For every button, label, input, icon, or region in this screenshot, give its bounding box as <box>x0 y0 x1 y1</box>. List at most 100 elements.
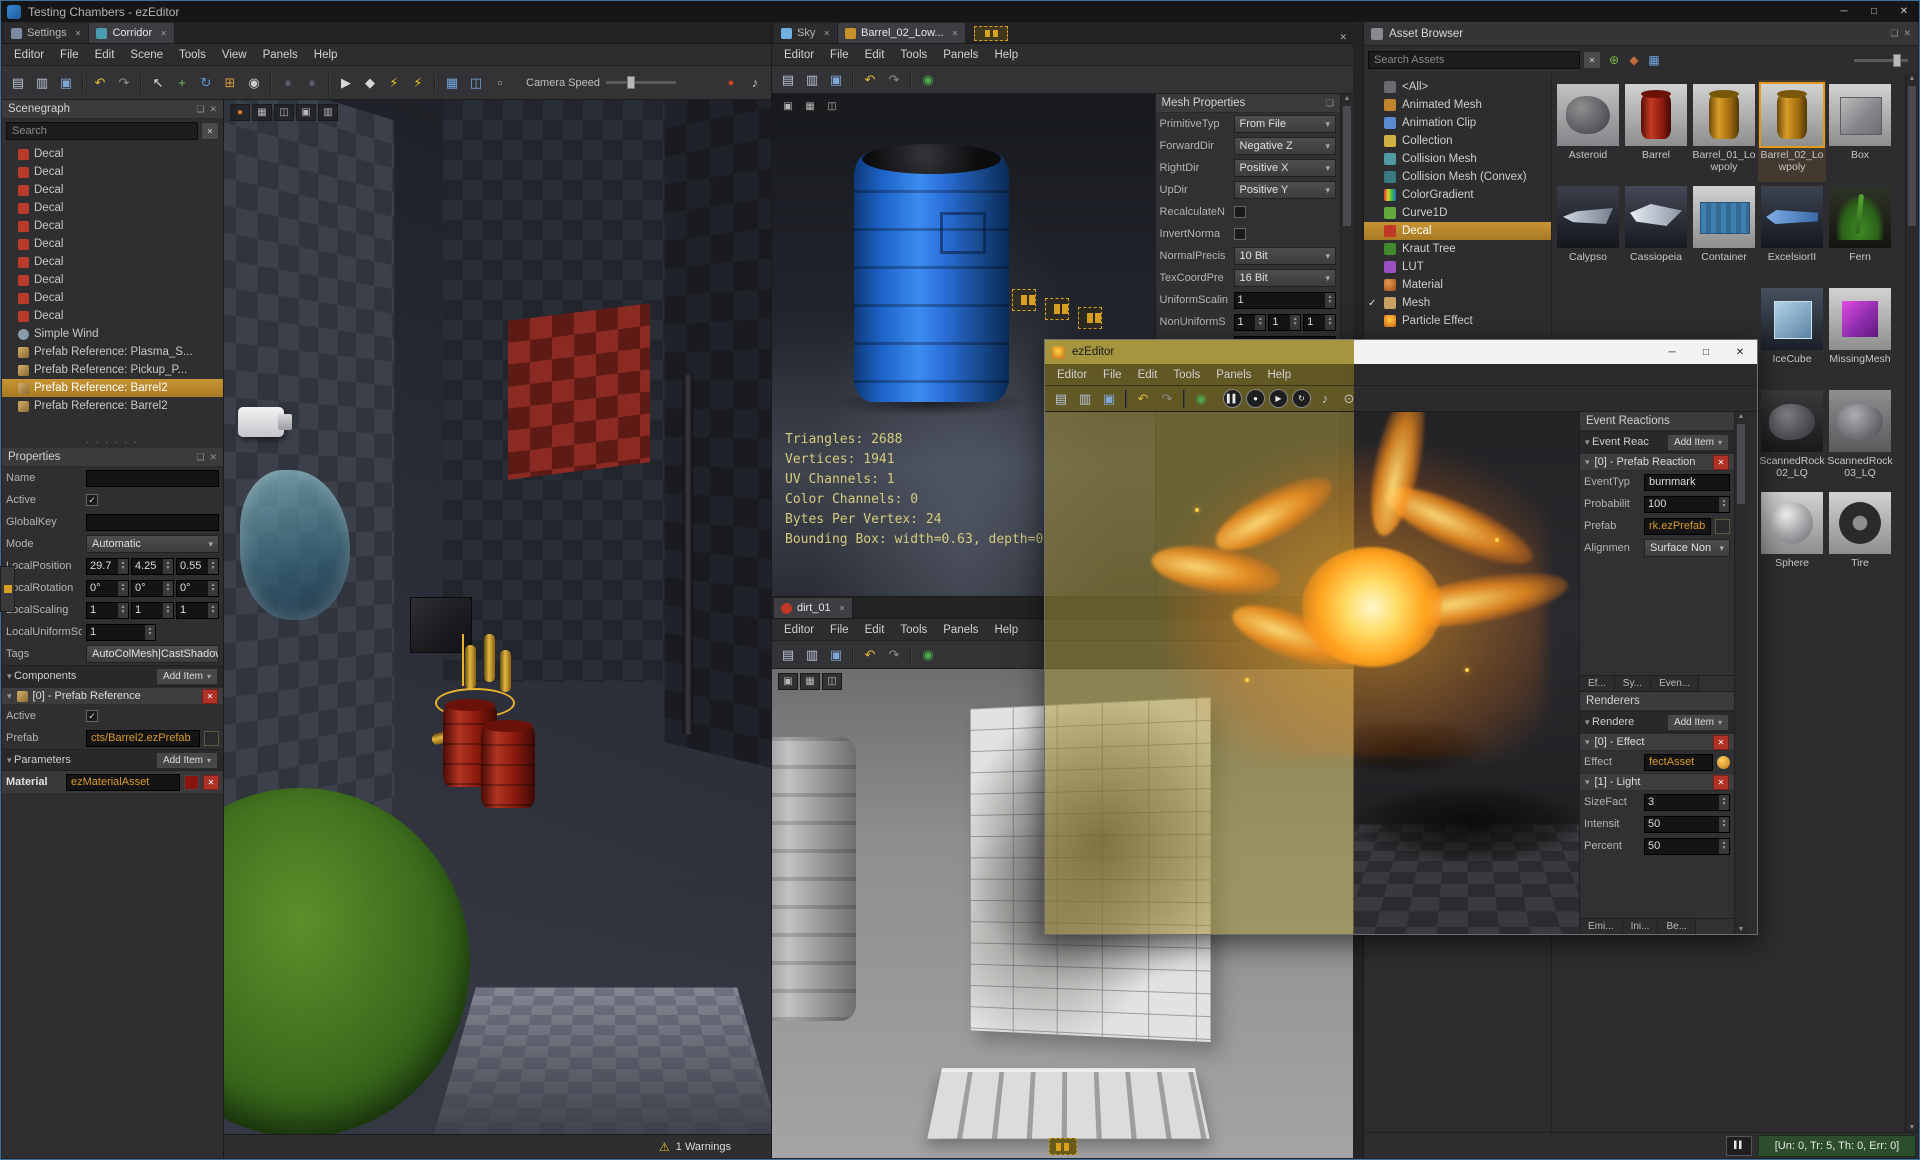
asset-type-item[interactable]: Kraut Tree <box>1364 240 1551 258</box>
prefab-asset-field[interactable]: cts/Barrel2.ezPrefab <box>86 729 200 747</box>
warnings-button[interactable]: 1 Warnings <box>676 1141 731 1153</box>
open-document-button[interactable]: ▥ <box>800 643 824 667</box>
scaling-z-stepper[interactable]: 1 ▲ ▼ <box>176 601 219 619</box>
nonuniform-z-stepper[interactable]: 1 ▲ ▼ <box>1303 313 1336 331</box>
delete-component-button[interactable]: ✕ <box>202 688 218 704</box>
asset-thumbnail-cell[interactable]: Tire <box>1826 488 1894 590</box>
menu-item[interactable]: Edit <box>87 49 123 61</box>
camera-menu-button[interactable]: ▦ <box>252 104 272 121</box>
view-mode-button[interactable]: ▦ <box>1644 50 1664 70</box>
reaction-prefab-field[interactable]: rk.ezPrefab <box>1644 517 1711 535</box>
scale-tool-button[interactable]: ⊞ <box>218 71 242 95</box>
scenegraph-item[interactable]: Simple Wind <box>2 325 223 343</box>
record-button[interactable]: ● <box>1246 389 1265 408</box>
add-renderer-button[interactable]: Add Item <box>1666 713 1729 731</box>
asset-thumbnail-cell[interactable]: ExcelsiorII <box>1758 182 1826 284</box>
alignment-dropdown[interactable]: Surface Non <box>1644 539 1730 557</box>
drag-handle-box[interactable] <box>1078 307 1102 329</box>
new-document-button[interactable]: ▤ <box>1049 387 1073 411</box>
asset-thumbnail-cell[interactable]: Asteroid <box>1554 80 1622 182</box>
scenegraph-item[interactable]: Prefab Reference: Barrel2 <box>2 397 223 415</box>
render-mode-button[interactable]: ● <box>230 104 250 121</box>
normal-precision-dropdown[interactable]: 10 Bit <box>1233 247 1336 265</box>
audio-toggle-button[interactable]: ♪ <box>1313 387 1337 411</box>
view-grid-button[interactable]: ▦ <box>800 98 820 115</box>
document-tab[interactable]: Corridor ✕ <box>89 23 175 43</box>
render-sphere-button[interactable]: ● <box>276 71 300 95</box>
asset-thumbnail-cell[interactable]: Box <box>1826 80 1894 182</box>
asset-type-item[interactable]: Decal <box>1364 222 1551 240</box>
effect-group-header[interactable]: [0] - Effect ✕ <box>1580 733 1734 751</box>
float-panel-icon[interactable]: ❏ <box>1890 28 1898 39</box>
view-camera-button[interactable]: ▣ <box>778 673 798 690</box>
undo-button[interactable]: ↶ <box>88 71 112 95</box>
close-dock-icon[interactable]: ✕ <box>1339 32 1347 43</box>
scenegraph-item[interactable]: Decal <box>2 235 223 253</box>
pause-status-button[interactable]: ▌▌ <box>1726 1135 1752 1156</box>
add-event-reaction-button[interactable]: Add Item <box>1666 433 1729 451</box>
rotate-tool-button[interactable]: ↻ <box>194 71 218 95</box>
redo-button[interactable]: ↷ <box>1155 387 1179 411</box>
float-panel-icon[interactable]: ❏ <box>196 104 204 115</box>
position-z-stepper[interactable]: 0.55 ▲ ▼ <box>176 557 219 575</box>
position-y-stepper[interactable]: 4.25 ▲ ▼ <box>131 557 174 575</box>
render-sphere2-button[interactable]: ● <box>300 71 324 95</box>
window-control-button[interactable]: ─ <box>1655 340 1689 364</box>
primitive-type-dropdown[interactable]: From File <box>1233 115 1336 133</box>
window-control-button[interactable]: □ <box>1859 1 1889 22</box>
select-tool-button[interactable]: ↖ <box>146 71 170 95</box>
tab-close-icon[interactable]: ✕ <box>823 29 830 38</box>
name-field[interactable] <box>86 469 219 487</box>
update-context-button[interactable]: ◉ <box>916 643 940 667</box>
float-panel-icon[interactable]: ❏ <box>196 452 204 463</box>
undo-button[interactable]: ↶ <box>858 643 882 667</box>
menu-item[interactable]: Help <box>1259 369 1299 381</box>
particle-window-titlebar[interactable]: ezEditor ─ □ ✕ <box>1045 340 1757 364</box>
mode-dropdown[interactable]: Automatic <box>86 535 219 553</box>
menu-item[interactable]: Editor <box>6 49 52 61</box>
document-tab[interactable]: dirt_01 ✕ <box>774 598 854 618</box>
new-scene-button[interactable]: ▤ <box>6 71 30 95</box>
material-color-swatch[interactable] <box>184 774 199 790</box>
menu-item[interactable]: File <box>1095 369 1130 381</box>
camera-speed-slider-knob[interactable] <box>627 76 635 89</box>
grid-toggle-button[interactable]: ▦ <box>440 71 464 95</box>
probability-stepper[interactable]: 100 ▲ ▼ <box>1644 495 1730 513</box>
percentage-stepper[interactable]: 50 ▲ ▼ <box>1644 837 1730 855</box>
asset-search-input[interactable] <box>1368 51 1580 69</box>
scene-barrel[interactable] <box>481 720 536 809</box>
clear-search-icon[interactable]: ✕ <box>1583 51 1601 69</box>
redo-button[interactable]: ↷ <box>882 68 906 92</box>
view-menu-button[interactable]: ◫ <box>274 104 294 121</box>
translate-tool-button[interactable]: + <box>170 71 194 95</box>
update-context-button[interactable]: ◉ <box>916 68 940 92</box>
menu-item[interactable]: File <box>822 49 857 61</box>
menu-item[interactable]: Tools <box>171 49 214 61</box>
browse-prefab-button[interactable] <box>204 730 219 746</box>
asset-thumbnail-cell[interactable]: Cassiopeia <box>1622 182 1690 284</box>
panel-tab[interactable]: Even... <box>1651 676 1700 691</box>
scenegraph-item[interactable]: Decal <box>2 271 223 289</box>
view-split-button[interactable]: ◫ <box>822 98 842 115</box>
window-control-button[interactable]: ✕ <box>1889 1 1919 22</box>
globalkey-field[interactable] <box>86 513 219 531</box>
tab-close-icon[interactable]: ✕ <box>160 29 167 38</box>
menu-item[interactable]: Help <box>306 49 346 61</box>
scene-viewport[interactable]: ● ▦ ◫ ▣ ▥ ⚠ 1 Warnings <box>224 100 771 1158</box>
document-tab[interactable]: Barrel_02_Low... ✕ <box>838 23 967 43</box>
asset-type-item[interactable]: Curve1D <box>1364 204 1551 222</box>
drag-handle-box[interactable] <box>1045 298 1069 320</box>
asset-thumbnail-cell[interactable]: Container <box>1690 182 1758 284</box>
tab-close-icon[interactable]: ✕ <box>952 29 959 38</box>
undo-button[interactable]: ↶ <box>1131 387 1155 411</box>
menu-item[interactable]: Editor <box>776 624 822 636</box>
scaling-x-stepper[interactable]: 1 ▲ ▼ <box>86 601 129 619</box>
visualizers-toggle-button[interactable]: ▫ <box>488 71 512 95</box>
audio-button[interactable]: ♪ <box>743 71 767 95</box>
texcoord-precision-dropdown[interactable]: 16 Bit <box>1233 269 1336 287</box>
snap-toggle-button[interactable]: ◫ <box>464 71 488 95</box>
asset-type-item[interactable]: LUT <box>1364 258 1551 276</box>
pause-button[interactable]: ▌▌ <box>1223 389 1242 408</box>
scenegraph-search-input[interactable] <box>6 122 198 140</box>
menu-item[interactable]: Panels <box>935 624 986 636</box>
